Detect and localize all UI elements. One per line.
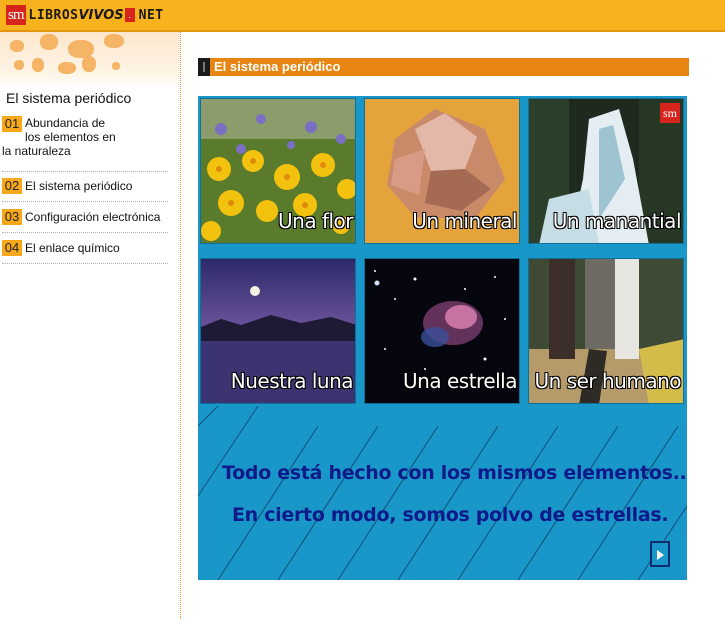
sidebar-item-label: Configuración electrónica	[25, 210, 161, 224]
tile-una-flor[interactable]: Una flor	[200, 98, 356, 244]
logo-libros-text: LIBROS	[28, 7, 79, 23]
section-title: El sistema periódico	[214, 59, 341, 74]
sidebar-item-number: 04	[2, 240, 22, 256]
quote-line-2: En cierto modo, somos polvo de estrellas…	[232, 504, 669, 526]
librosvivos-logo[interactable]: sm LIBROS VIVOS . NET	[6, 4, 164, 26]
sidebar-item-sistema-periodico[interactable]: 02 El sistema periódico	[2, 178, 168, 202]
sm-badge-icon: sm	[660, 103, 680, 123]
logo-sm-mark: sm	[6, 5, 26, 25]
sidebar-separator	[180, 32, 181, 619]
tile-nuestra-luna[interactable]: Nuestra luna	[200, 258, 356, 404]
sidebar-item-enlace[interactable]: 04 El enlace químico	[2, 240, 168, 264]
section-title-bar: El sistema periódico	[198, 58, 689, 76]
tile-un-manantial[interactable]: sm Un manantial	[528, 98, 684, 244]
sidebar-item-label: El sistema periódico	[25, 179, 133, 193]
sidebar-item-number: 01	[2, 116, 22, 132]
logo-vivos-text: VIVOS	[78, 7, 124, 23]
top-bar: sm LIBROS VIVOS . NET	[0, 0, 725, 30]
sidebar-item-number: 03	[2, 209, 22, 225]
sidebar-item-number: 02	[2, 178, 22, 194]
tile-label: Un manantial	[552, 209, 682, 233]
tile-label: Nuestra luna	[230, 369, 354, 393]
sidebar-item-label: El enlace químico	[25, 241, 120, 255]
logo-net-text: NET	[138, 7, 164, 23]
sidebar-title: El sistema periódico	[6, 90, 132, 106]
quote-line-1: Todo está hecho con los mismos elementos…	[222, 462, 687, 484]
logo-dot: .	[124, 8, 135, 22]
tile-una-estrella[interactable]: Una estrella	[364, 258, 520, 404]
tile-label: Un mineral	[412, 209, 517, 233]
main-panel: Una flor Un mineral sm Un manantial Nues…	[198, 96, 687, 580]
section-marker-icon	[198, 58, 210, 76]
tile-label: Una flor	[278, 209, 353, 233]
next-arrow-button[interactable]	[650, 541, 670, 567]
tile-un-mineral[interactable]: Un mineral	[364, 98, 520, 244]
tile-label: Un ser humano	[534, 369, 682, 393]
sidebar-item-configuracion[interactable]: 03 Configuración electrónica	[2, 209, 168, 233]
sidebar-decoration	[0, 32, 180, 90]
sidebar-item-abundancia[interactable]: 01 Abundancia de los elementos en la nat…	[2, 116, 168, 172]
tile-un-ser-humano[interactable]: Un ser humano	[528, 258, 684, 404]
tile-label: Una estrella	[403, 369, 517, 393]
